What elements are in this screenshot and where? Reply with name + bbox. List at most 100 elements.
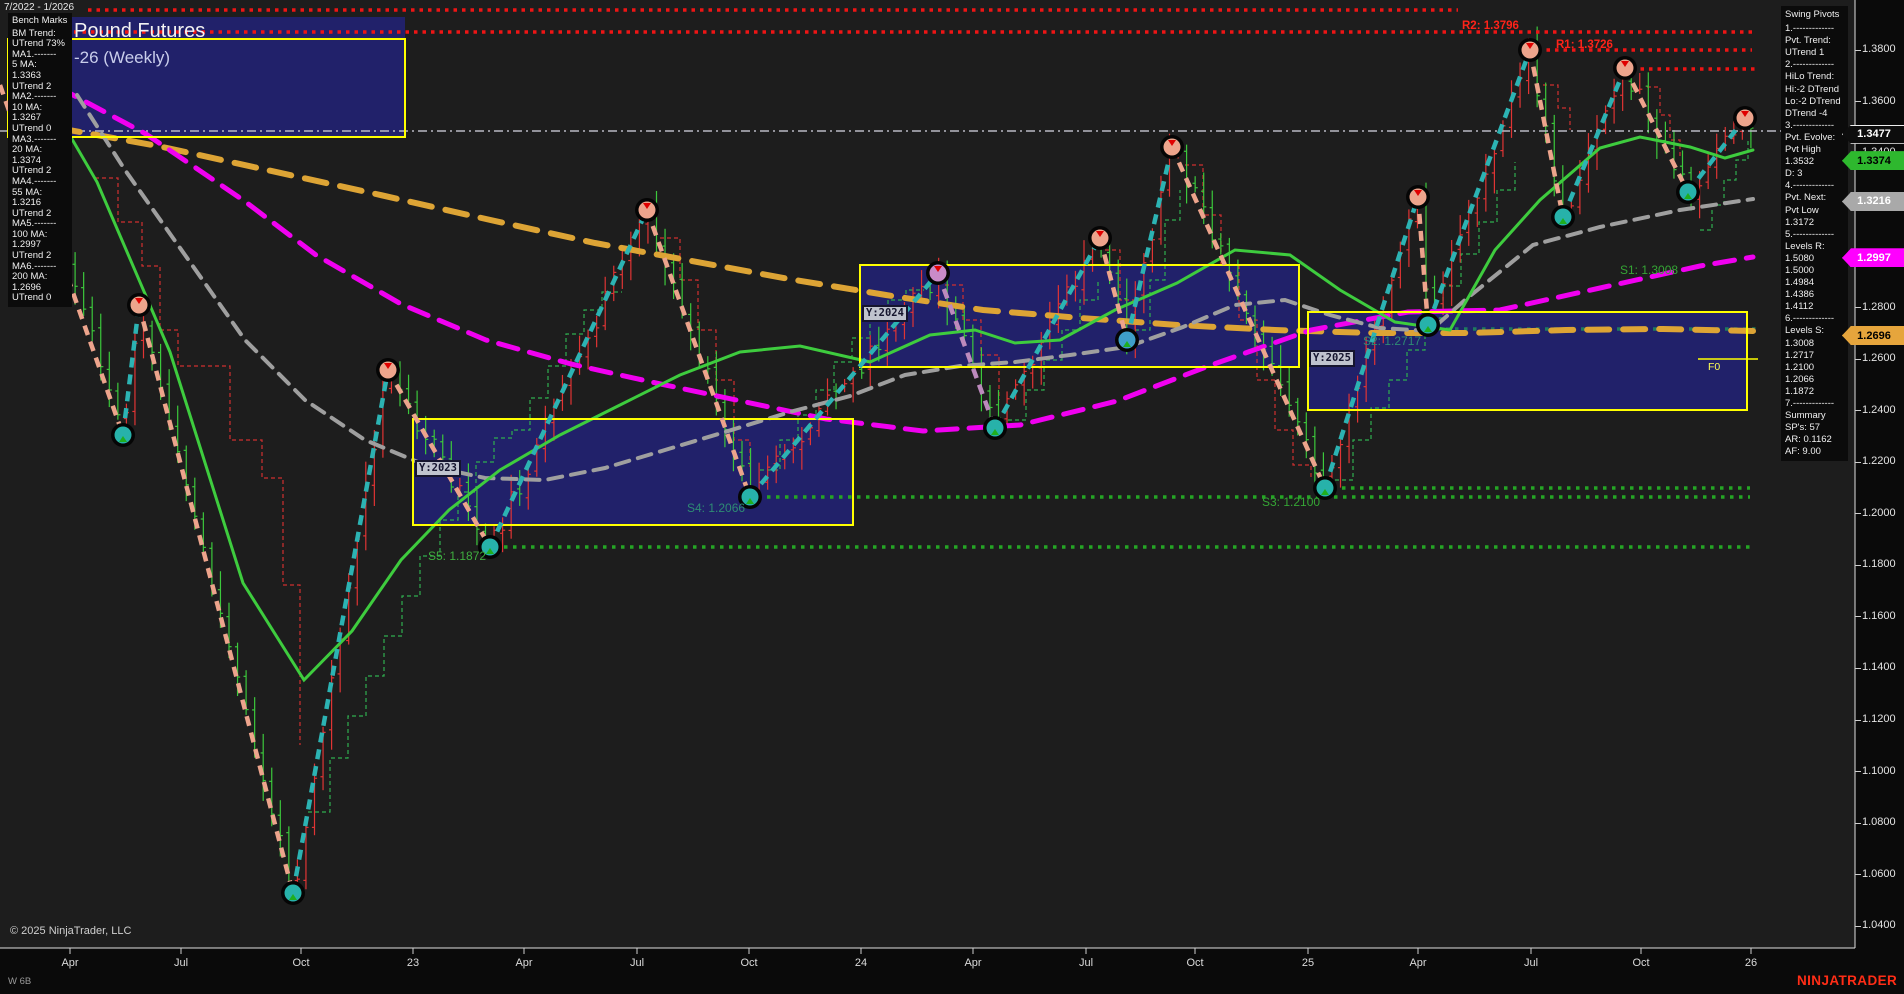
price-badge-ma-55: 1.3216	[1842, 192, 1904, 211]
time-axis-label: Apr	[1409, 957, 1426, 969]
price-axis-tick	[1855, 50, 1861, 51]
support-label: S4: 1.2066	[687, 501, 745, 515]
pivot-marker-low	[1115, 328, 1139, 352]
price-badge-last-price: 1.3477	[1842, 125, 1904, 144]
swing-pivots-line: 5.-------------	[1785, 229, 1846, 241]
pivot-marker-high	[376, 358, 400, 382]
pivot-marker-high	[127, 293, 151, 317]
pivot-marker-low	[1551, 205, 1575, 229]
swing-pivots-line: UTrend 1	[1785, 47, 1846, 59]
bench-marks-line: UTrend 0	[12, 293, 70, 304]
price-axis-label: 1.3800	[1862, 43, 1896, 55]
swing-pivots-line: 4.-------------	[1785, 180, 1846, 192]
swing-pivots-line: 1.4112	[1785, 301, 1846, 313]
pivot-marker-high	[1406, 185, 1430, 209]
pivot-marker-high	[926, 261, 950, 285]
time-axis-label: 24	[855, 957, 867, 969]
price-axis-label: 1.0800	[1862, 816, 1896, 828]
time-axis-label: 25	[1302, 957, 1314, 969]
pivot-marker-high	[1160, 135, 1184, 159]
price-axis-label: 1.1600	[1862, 610, 1896, 622]
copyright-text: © 2025 NinjaTrader, LLC	[10, 925, 131, 937]
resistance-label: R1: 1.3726	[1556, 39, 1613, 51]
pivot-marker-high	[1518, 38, 1542, 62]
time-axis-label: Apr	[61, 957, 78, 969]
swing-pivots-line: HiLo Trend:	[1785, 71, 1846, 83]
swing-pivots-line: Summary	[1785, 410, 1846, 422]
swing-pivots-line: 7.-------------	[1785, 398, 1846, 410]
price-axis-tick	[1855, 101, 1861, 102]
swing-pivots-line: 1.4984	[1785, 277, 1846, 289]
price-axis-label: 1.2000	[1862, 507, 1896, 519]
ninjatrader-logo: NINJATRADER	[1797, 973, 1897, 988]
bench-marks-line: 1.3363	[12, 71, 70, 82]
swing-pivots-title: Swing Pivots	[1785, 9, 1846, 21]
time-axis-label: Oct	[1186, 957, 1203, 969]
price-axis-tick	[1855, 720, 1861, 721]
swing-pivots-line: 1.3532	[1785, 156, 1846, 168]
swing-pivots-line: Levels S:	[1785, 325, 1846, 337]
time-axis-label: Oct	[292, 957, 309, 969]
price-axis-tick	[1855, 359, 1861, 360]
pivot-marker-high	[1613, 56, 1637, 80]
swing-pivots-line: 3.-------------	[1785, 120, 1846, 132]
swing-pivots-line: 1.3008	[1785, 338, 1846, 350]
swing-pivots-line: Hi:-2 DTrend	[1785, 84, 1846, 96]
pivot-marker-low	[983, 416, 1007, 440]
price-axis-tick	[1855, 410, 1861, 411]
time-axis-label: Jul	[1524, 957, 1538, 969]
price-axis-tick	[1855, 926, 1861, 927]
plot-background	[0, 0, 1855, 948]
swing-pivots-line: 1.2717	[1785, 350, 1846, 362]
time-axis-label: Apr	[964, 957, 981, 969]
swing-pivots-line: Pvt. Trend:	[1785, 35, 1846, 47]
time-axis-label: Jul	[630, 957, 644, 969]
swing-pivots-line: 1.2066	[1785, 374, 1846, 386]
price-axis-tick	[1855, 771, 1861, 772]
swing-pivots-panel: Swing Pivots 1.-------------Pvt. Trend:U…	[1781, 6, 1848, 461]
time-axis-label: 26	[1745, 957, 1757, 969]
time-axis-label: Jul	[1079, 957, 1093, 969]
swing-pivots-line: SP's: 57	[1785, 422, 1846, 434]
bench-marks-line: UTrend 0	[12, 124, 70, 135]
price-axis-label: 1.1000	[1862, 765, 1896, 777]
swing-pivots-line: Pvt High	[1785, 144, 1846, 156]
price-chart-canvas[interactable]	[0, 0, 1904, 994]
swing-pivots-line: 1.4386	[1785, 289, 1846, 301]
instrument-subtitle: -26 (Weekly)	[74, 48, 170, 68]
price-axis-tick	[1855, 616, 1861, 617]
price-axis-label: 1.3600	[1862, 95, 1896, 107]
price-axis-label: 1.2200	[1862, 455, 1896, 467]
price-axis-label: 1.0400	[1862, 919, 1896, 931]
price-axis-label: 1.2400	[1862, 404, 1896, 416]
swing-pivots-line: Levels R:	[1785, 241, 1846, 253]
swing-pivots-line: Pvt Low	[1785, 205, 1846, 217]
f0-label: F0	[1708, 361, 1720, 373]
bench-marks-title: Bench Marks	[12, 16, 70, 27]
price-axis-label: 1.2800	[1862, 301, 1896, 313]
swing-pivots-line: 1.1872	[1785, 386, 1846, 398]
support-label: S3: 1.2100	[1262, 495, 1320, 509]
time-axis-label: Oct	[740, 957, 757, 969]
swing-pivots-line: 1.2100	[1785, 362, 1846, 374]
price-badge-ma-100: 1.2997	[1842, 248, 1904, 267]
pivot-marker-high	[1088, 226, 1112, 250]
pivot-marker-low	[281, 881, 305, 905]
price-axis-tick	[1855, 513, 1861, 514]
price-axis-label: 1.0600	[1862, 868, 1896, 880]
swing-pivots-line: 2.-------------	[1785, 59, 1846, 71]
price-axis-label: 1.1200	[1862, 713, 1896, 725]
price-axis-label: 1.1800	[1862, 558, 1896, 570]
support-label: S5: 1.1872	[428, 549, 486, 563]
swing-pivots-line: 1.3172	[1785, 217, 1846, 229]
pivot-marker-low	[111, 423, 135, 447]
swing-pivots-line: 1.5000	[1785, 265, 1846, 277]
pivot-marker-low	[1676, 180, 1700, 204]
swing-pivots-line: 6.-------------	[1785, 313, 1846, 325]
swing-pivots-line: DTrend -4	[1785, 108, 1846, 120]
price-axis-tick	[1855, 823, 1861, 824]
swing-pivots-line: 1.5080	[1785, 253, 1846, 265]
time-axis-label: Jul	[174, 957, 188, 969]
support-label: S2: 1.2717	[1363, 334, 1421, 348]
period-instrument-label: W 6B	[8, 976, 31, 987]
